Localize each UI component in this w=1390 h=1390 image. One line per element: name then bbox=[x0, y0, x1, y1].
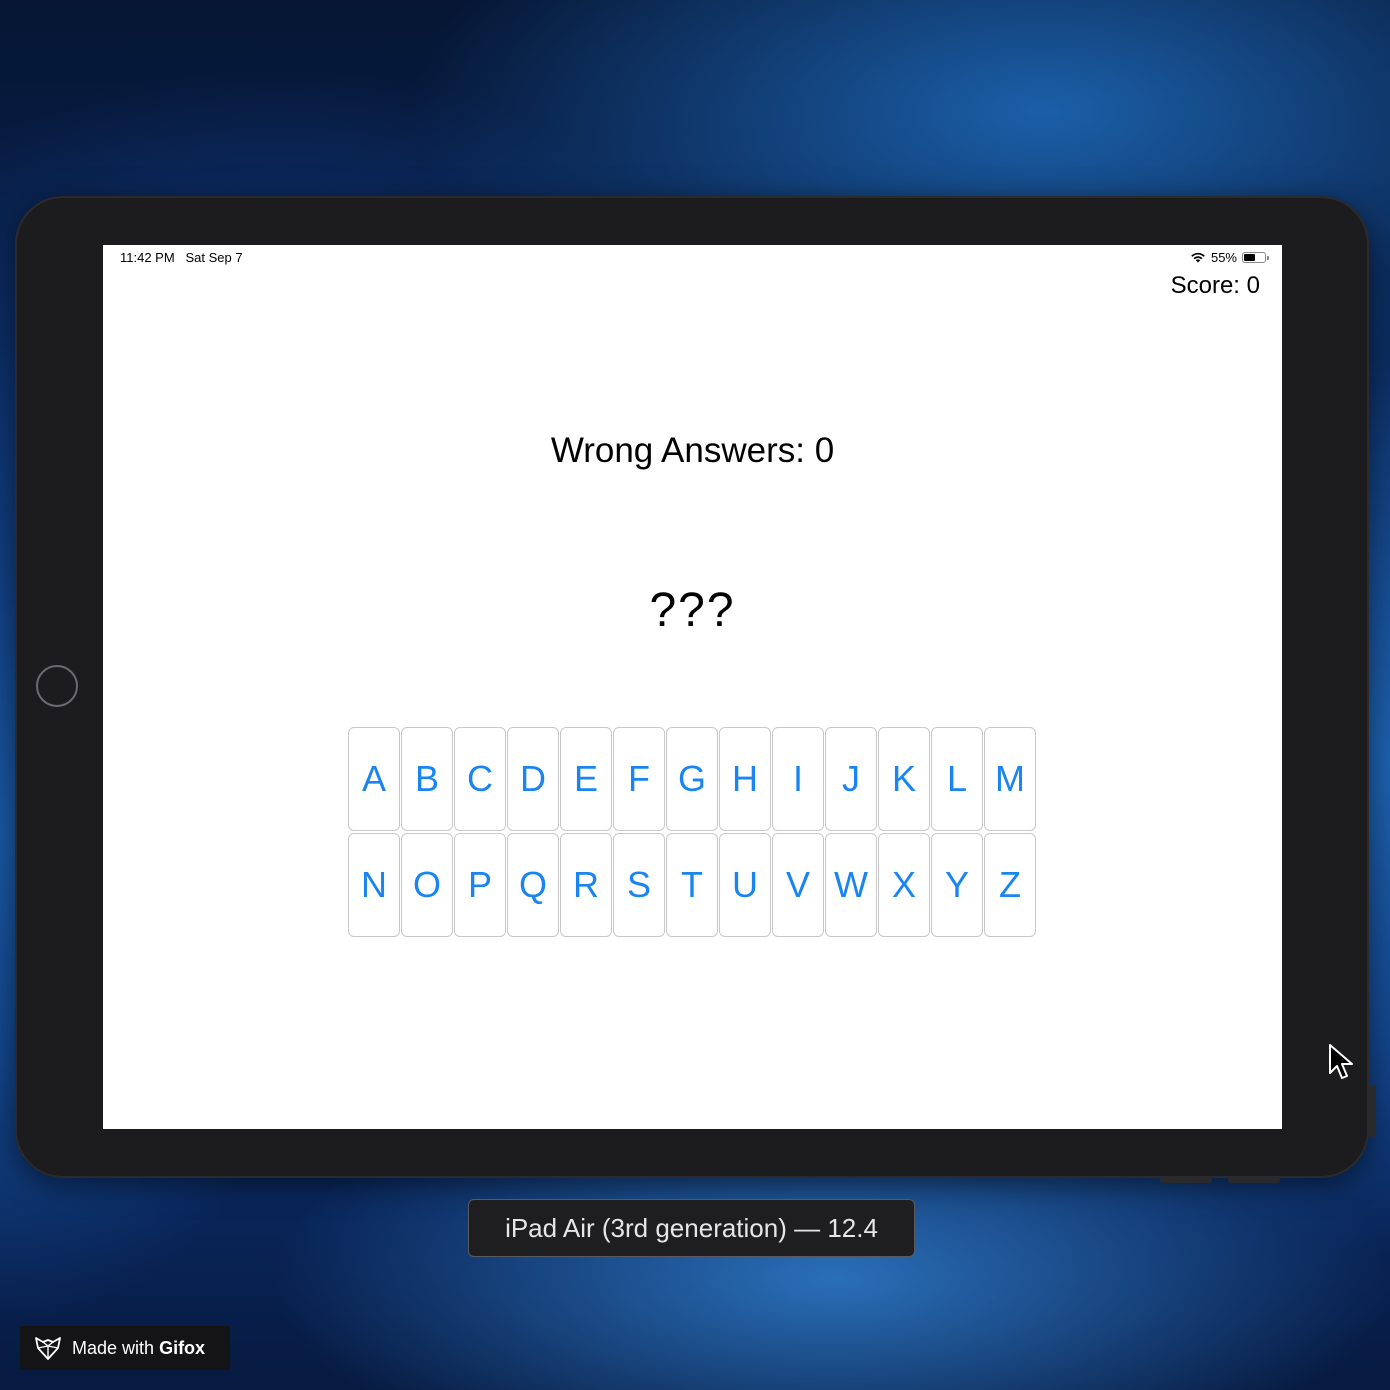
letter-key-d[interactable]: D bbox=[507, 727, 559, 831]
wrong-answers-label: Wrong Answers: 0 bbox=[550, 431, 835, 470]
mouse-cursor-icon bbox=[1329, 1044, 1353, 1079]
letter-key-u[interactable]: U bbox=[719, 833, 771, 937]
letter-key-o[interactable]: O bbox=[401, 833, 453, 937]
status-bar: 11:42 PM Sat Sep 7 55% bbox=[103, 245, 1282, 269]
letter-key-i[interactable]: I bbox=[772, 727, 824, 831]
side-button bbox=[1368, 1085, 1376, 1137]
app-screen: 11:42 PM Sat Sep 7 55% Score: 0 Wrong An… bbox=[103, 245, 1282, 1129]
letter-key-e[interactable]: E bbox=[560, 727, 612, 831]
watermark-brand: Gifox bbox=[159, 1337, 206, 1358]
status-indicators: 55% bbox=[1190, 250, 1269, 265]
letter-key-f[interactable]: F bbox=[613, 727, 665, 831]
letter-key-g[interactable]: G bbox=[666, 727, 718, 831]
letter-key-k[interactable]: K bbox=[878, 727, 930, 831]
letter-key-m[interactable]: M bbox=[984, 727, 1036, 831]
letter-key-h[interactable]: H bbox=[719, 727, 771, 831]
letter-key-n[interactable]: N bbox=[348, 833, 400, 937]
home-button[interactable] bbox=[36, 665, 78, 707]
score-label: Score: 0 bbox=[1170, 272, 1260, 299]
letter-key-p[interactable]: P bbox=[454, 833, 506, 937]
hidden-word: ??? bbox=[649, 584, 736, 637]
status-time: 11:42 PM Sat Sep 7 bbox=[120, 250, 243, 265]
battery-level bbox=[1244, 254, 1255, 261]
volume-button-lower bbox=[1160, 1177, 1212, 1183]
battery-icon bbox=[1242, 252, 1269, 263]
letter-key-c[interactable]: C bbox=[454, 727, 506, 831]
letter-key-l[interactable]: L bbox=[931, 727, 983, 831]
watermark-prefix: Made with bbox=[72, 1337, 155, 1358]
letter-keyboard: ABCDEFGHIJKLM NOPQRSTUVWXYZ bbox=[348, 727, 1036, 937]
letter-key-z[interactable]: Z bbox=[984, 833, 1036, 937]
wifi-icon bbox=[1191, 252, 1205, 263]
letter-key-a[interactable]: A bbox=[348, 727, 400, 831]
simulator-device-label: iPad Air (3rd generation) — 12.4 bbox=[468, 1199, 915, 1257]
letter-key-x[interactable]: X bbox=[878, 833, 930, 937]
letter-key-y[interactable]: Y bbox=[931, 833, 983, 937]
battery-percent: 55% bbox=[1210, 250, 1237, 265]
letter-key-j[interactable]: J bbox=[825, 727, 877, 831]
gifox-watermark: Made with Gifox bbox=[20, 1326, 230, 1370]
gifox-logo-icon bbox=[35, 1337, 61, 1360]
letter-key-w[interactable]: W bbox=[825, 833, 877, 937]
letter-key-v[interactable]: V bbox=[772, 833, 824, 937]
volume-button-upper bbox=[1228, 1177, 1280, 1183]
battery-nub bbox=[1267, 256, 1269, 260]
letter-key-s[interactable]: S bbox=[613, 833, 665, 937]
letter-key-t[interactable]: T bbox=[666, 833, 718, 937]
letter-key-b[interactable]: B bbox=[401, 727, 453, 831]
letter-key-q[interactable]: Q bbox=[507, 833, 559, 937]
letter-key-r[interactable]: R bbox=[560, 833, 612, 937]
